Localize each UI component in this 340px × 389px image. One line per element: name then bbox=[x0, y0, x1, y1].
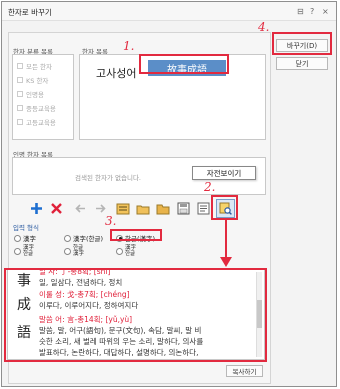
input-style-label: 입력 형식 bbox=[13, 224, 39, 232]
radio-icon bbox=[14, 234, 21, 242]
checkbox-icon bbox=[17, 77, 23, 83]
input-style-option[interactable]: 漢字 bbox=[14, 233, 36, 243]
annotation-arrow bbox=[220, 219, 232, 267]
checkbox-icon bbox=[17, 105, 23, 111]
restore-icon[interactable]: ⊟ bbox=[297, 7, 304, 16]
annotation-box-dictionary bbox=[4, 268, 267, 362]
category-item[interactable]: 중등교육용 bbox=[17, 103, 56, 113]
input-style-option[interactable]: 漢字 한글 bbox=[14, 245, 34, 257]
input-style-option[interactable]: 漢字 한글 bbox=[116, 245, 136, 257]
checkbox-icon bbox=[17, 91, 23, 97]
annotation-number: 3. bbox=[105, 214, 117, 228]
window-title: 한자로 바꾸기 bbox=[8, 8, 52, 17]
copy-button[interactable]: 복사하기 bbox=[226, 365, 263, 377]
radio-icon bbox=[14, 247, 21, 255]
input-style-option[interactable]: 한글 漢字 bbox=[64, 245, 84, 257]
category-item[interactable]: KS 한자 bbox=[17, 75, 48, 85]
delete-icon[interactable] bbox=[48, 200, 65, 217]
radio-icon bbox=[64, 234, 71, 242]
title-bar: 한자로 바꾸기 ⊟ ? × bbox=[2, 2, 336, 21]
tooltip: 자전보이기 bbox=[192, 166, 256, 180]
open-folder-icon[interactable] bbox=[134, 200, 151, 217]
category-item[interactable]: 고등교육용 bbox=[17, 117, 56, 127]
checkbox-icon bbox=[17, 119, 23, 125]
checkbox-icon bbox=[17, 63, 23, 69]
hanja-convert-dialog: 한자로 바꾸기 ⊟ ? × 바꾸기(D) 닫기 한자 분류 목록 한자 목록 모… bbox=[1, 1, 337, 387]
close-button[interactable]: 닫기 bbox=[276, 57, 328, 70]
arrow-left-icon[interactable] bbox=[72, 200, 89, 217]
category-item[interactable]: 인명용 bbox=[17, 89, 44, 99]
edit-icon[interactable] bbox=[195, 200, 212, 217]
annotation-box-3 bbox=[110, 229, 162, 241]
folder-icon[interactable] bbox=[154, 200, 171, 217]
dictionary-icon[interactable] bbox=[114, 200, 131, 217]
input-style-option[interactable]: 漢字(한글) bbox=[64, 233, 103, 243]
annotation-number: 4. bbox=[258, 20, 270, 34]
category-item[interactable]: 모든 한자 bbox=[17, 61, 52, 71]
close-icon[interactable]: × bbox=[322, 7, 329, 16]
annotation-number: 1. bbox=[123, 39, 135, 53]
category-list: 모든 한자 KS 한자 인명용 중등교육용 고등교육용 bbox=[12, 54, 74, 140]
empty-message: 검색된 한자가 없습니다. bbox=[75, 174, 141, 182]
hangul-word: 고사성어 bbox=[96, 67, 137, 80]
add-icon[interactable] bbox=[28, 200, 45, 217]
help-icon[interactable]: ? bbox=[310, 7, 314, 16]
annotation-box-1 bbox=[139, 54, 229, 74]
annotation-number: 2. bbox=[204, 180, 216, 194]
save-icon[interactable] bbox=[175, 200, 192, 217]
radio-icon bbox=[116, 247, 123, 255]
radio-icon bbox=[64, 247, 71, 255]
annotation-box-4 bbox=[272, 32, 332, 55]
